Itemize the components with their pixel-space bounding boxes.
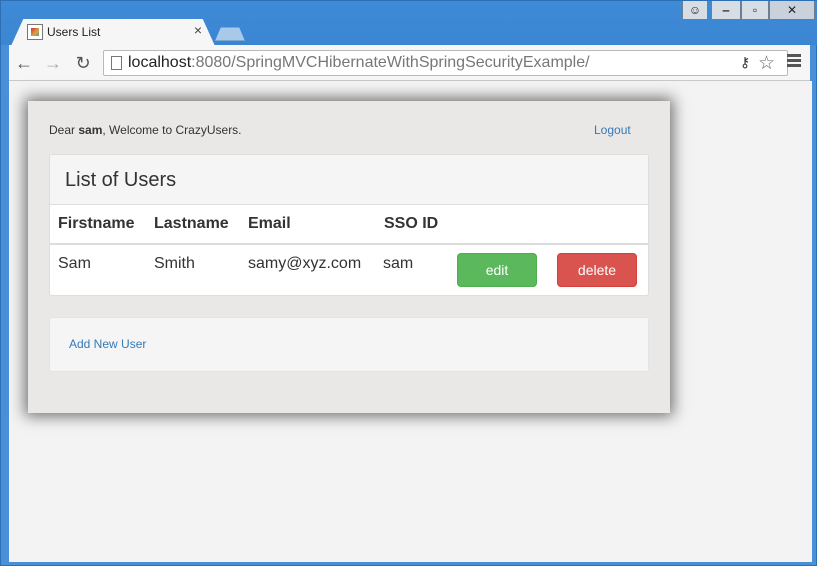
column-header-lastname: Lastname bbox=[154, 215, 229, 232]
users-panel: List of Users Firstname Lastname Email S… bbox=[49, 154, 649, 296]
title-bar: Users List × ☺ ‒ ▫ ✕ bbox=[1, 1, 817, 46]
url-host: localhost bbox=[128, 54, 192, 71]
back-icon[interactable]: ← bbox=[13, 52, 35, 74]
minimize-icon: ‒ bbox=[722, 3, 730, 17]
cell-firstname: Sam bbox=[58, 255, 91, 272]
cell-lastname: Smith bbox=[154, 255, 195, 272]
column-header-firstname: Firstname bbox=[58, 215, 135, 232]
column-header-email: Email bbox=[248, 215, 291, 232]
page-viewport: Dear sam, Welcome to CrazyUsers. Logout … bbox=[9, 81, 812, 562]
logout-link[interactable]: Logout bbox=[594, 123, 631, 137]
bookmark-star-icon[interactable]: ☆ bbox=[758, 52, 775, 75]
cell-sso-id: sam bbox=[383, 255, 414, 272]
favicon-icon bbox=[27, 24, 43, 40]
panel-heading: List of Users bbox=[50, 155, 648, 205]
menu-icon[interactable] bbox=[787, 54, 801, 70]
add-new-user-link[interactable]: Add New User bbox=[69, 337, 146, 351]
reload-icon[interactable]: ↻ bbox=[72, 52, 94, 74]
page-icon bbox=[111, 56, 122, 70]
tab-title: Users List bbox=[47, 25, 101, 39]
add-user-well: Add New User bbox=[49, 317, 649, 372]
edit-button[interactable]: edit bbox=[457, 253, 537, 287]
table-header-divider bbox=[50, 243, 648, 245]
key-icon[interactable]: ⚷ bbox=[740, 54, 750, 71]
close-window-button[interactable]: ✕ bbox=[769, 1, 815, 20]
address-bar[interactable]: localhost:8080/SpringMVCHibernateWithSpr… bbox=[103, 50, 788, 76]
browser-window: Users List × ☺ ‒ ▫ ✕ ← → ↻ localhost:808… bbox=[0, 0, 817, 566]
cell-email: samy@xyz.com bbox=[248, 255, 362, 272]
new-tab-button[interactable] bbox=[215, 27, 245, 41]
delete-button[interactable]: delete bbox=[557, 253, 637, 287]
close-tab-icon[interactable]: × bbox=[191, 23, 205, 37]
maximize-button[interactable]: ▫ bbox=[741, 1, 769, 20]
welcome-prefix: Dear bbox=[49, 123, 79, 137]
url-path: :8080/SpringMVCHibernateWithSpringSecuri… bbox=[191, 54, 590, 71]
column-header-sso-id: SSO ID bbox=[384, 215, 439, 232]
maximize-icon: ▫ bbox=[752, 3, 758, 17]
panel-title: List of Users bbox=[65, 169, 177, 191]
user-profile-button[interactable]: ☺ bbox=[682, 1, 708, 20]
forward-icon[interactable]: → bbox=[42, 52, 64, 74]
welcome-message: Dear sam, Welcome to CrazyUsers. bbox=[49, 123, 242, 137]
minimize-button[interactable]: ‒ bbox=[711, 1, 741, 20]
users-container: Dear sam, Welcome to CrazyUsers. Logout … bbox=[28, 101, 670, 413]
welcome-suffix: , Welcome to CrazyUsers. bbox=[102, 123, 242, 137]
username: sam bbox=[78, 123, 103, 137]
browser-toolbar: ← → ↻ localhost:8080/SpringMVCHibernateW… bbox=[9, 45, 810, 81]
url-text[interactable]: localhost:8080/SpringMVCHibernateWithSpr… bbox=[128, 54, 590, 72]
user-icon: ☺ bbox=[688, 3, 702, 17]
close-icon: ✕ bbox=[786, 3, 798, 17]
